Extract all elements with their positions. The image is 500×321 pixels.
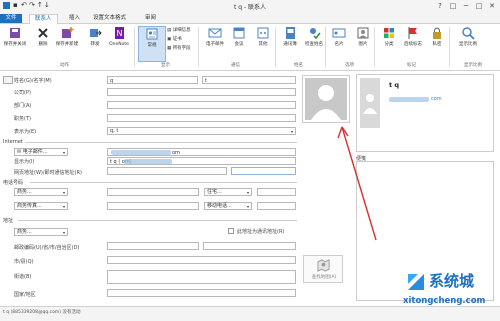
- watermark-brand: 系统城: [429, 272, 475, 290]
- watermark-url: xitongcheng.com: [403, 296, 486, 306]
- watermark-logo: [408, 274, 424, 290]
- status-text: t q (885339208@qq.com) 没有活动: [3, 310, 81, 315]
